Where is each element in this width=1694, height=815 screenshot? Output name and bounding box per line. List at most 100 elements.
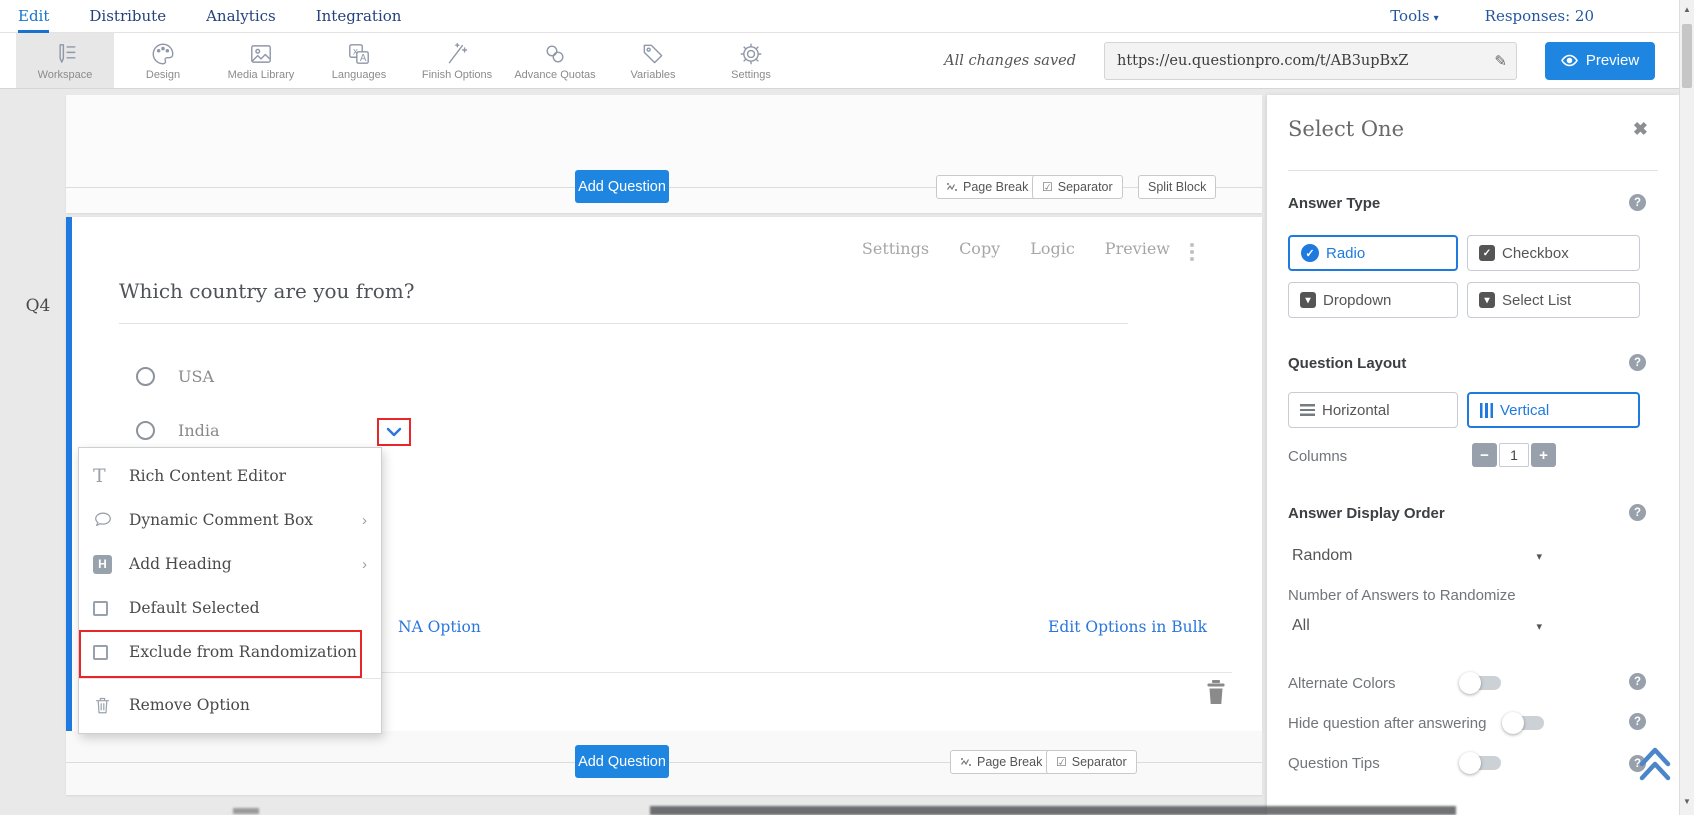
dropdown-square-icon: ▾: [1300, 292, 1316, 308]
question-tips-row: Question Tips: [1288, 752, 1501, 774]
responses-link[interactable]: Responses: 20: [1485, 7, 1594, 25]
answer-type-select-list[interactable]: ▾ Select List: [1467, 282, 1640, 318]
edit-options-in-bulk-link[interactable]: Edit Options in Bulk: [1048, 618, 1207, 636]
question-more-menu[interactable]: [1188, 241, 1196, 263]
checkbox-icon[interactable]: [93, 600, 108, 616]
add-question-button-top[interactable]: Add Question: [575, 170, 669, 203]
checkbox-icon[interactable]: [93, 644, 108, 660]
clipped-content-strip: [233, 808, 259, 814]
toolbar: Workspace Design Media Library xA Langua…: [0, 33, 1694, 89]
answer-type-radio[interactable]: ✓ Radio: [1288, 235, 1458, 271]
preview-button[interactable]: Preview: [1545, 41, 1655, 80]
hide-question-label: Hide question after answering: [1288, 714, 1487, 732]
alternate-colors-toggle[interactable]: [1459, 672, 1501, 694]
menu-item-dynamic-comment-box[interactable]: Dynamic Comment Box ›: [79, 498, 381, 542]
tab-workspace[interactable]: Workspace: [16, 33, 114, 88]
separator-button-top[interactable]: ☑ Separator: [1032, 175, 1123, 199]
survey-url-value: https://eu.questionpro.com/t/AB3upBxZ: [1117, 52, 1409, 69]
option-label-india[interactable]: India: [178, 421, 220, 440]
answer-type-dropdown[interactable]: ▾ Dropdown: [1288, 282, 1458, 318]
question-settings-link[interactable]: Settings: [862, 239, 929, 258]
nav-item-integration[interactable]: Integration: [316, 7, 402, 25]
tab-settings[interactable]: Settings: [702, 33, 800, 88]
layout-horizontal[interactable]: Horizontal: [1288, 392, 1458, 428]
comment-icon: [95, 512, 111, 527]
checkbox-check-icon: ☑: [1042, 180, 1053, 194]
answer-type-checkbox[interactable]: ✓ Checkbox: [1467, 235, 1640, 271]
page-scrollbar[interactable]: ▲ ▼: [1679, 0, 1694, 815]
tab-languages[interactable]: xA Languages: [310, 33, 408, 88]
help-icon[interactable]: ?: [1629, 504, 1646, 521]
tab-finish-options[interactable]: Finish Options: [408, 33, 506, 88]
top-navbar: Edit Distribute Analytics Integration To…: [0, 0, 1694, 33]
tab-label: Workspace: [37, 68, 93, 81]
tab-design[interactable]: Design: [114, 33, 212, 88]
gear-icon: [740, 43, 762, 64]
palette-icon: [152, 43, 174, 64]
chain-links-icon: [546, 44, 564, 63]
columns-label: Columns: [1288, 448, 1348, 465]
page-break-button-bottom[interactable]: Page Break: [950, 750, 1053, 774]
question-settings-panel: Select One ✖ Answer Type ? ✓ Radio ✓ Che…: [1267, 95, 1679, 815]
display-order-select[interactable]: Random ▾: [1292, 547, 1542, 565]
radio-option-india[interactable]: [136, 421, 155, 440]
layout-option-label: Vertical: [1500, 401, 1550, 419]
display-order-value: Random: [1292, 547, 1353, 564]
tools-dropdown[interactable]: Tools ▾: [1390, 7, 1438, 25]
nav-item-distribute[interactable]: Distribute: [89, 7, 166, 25]
scrollbar-up-arrow[interactable]: ▲: [1680, 5, 1694, 14]
columns-increment-button[interactable]: +: [1531, 443, 1556, 467]
randomize-count-select[interactable]: All ▾: [1292, 617, 1542, 635]
help-icon[interactable]: ?: [1629, 713, 1646, 730]
option-label-usa[interactable]: USA: [178, 367, 214, 386]
scrollbar-down-arrow[interactable]: ▼: [1680, 797, 1694, 806]
question-logic-link[interactable]: Logic: [1030, 239, 1075, 258]
svg-text:A: A: [360, 53, 367, 64]
question-title[interactable]: Which country are you from?: [119, 279, 414, 303]
question-preview-link[interactable]: Preview: [1105, 239, 1170, 258]
question-tips-toggle[interactable]: [1459, 752, 1501, 774]
question-copy-link[interactable]: Copy: [959, 239, 1000, 258]
toolbar-right: All changes saved https://eu.questionpro…: [944, 41, 1655, 80]
menu-item-remove-option[interactable]: Remove Option: [79, 683, 381, 727]
menu-item-label: Rich Content Editor: [129, 467, 287, 485]
menu-item-default-selected[interactable]: Default Selected: [79, 586, 381, 630]
help-icon[interactable]: ?: [1629, 194, 1646, 211]
split-block-button[interactable]: Split Block: [1138, 175, 1217, 199]
menu-item-add-heading[interactable]: H Add Heading ›: [79, 542, 381, 586]
nav-menu: Edit Distribute Analytics Integration: [18, 7, 402, 33]
tag-icon: [643, 44, 663, 63]
hide-question-toggle[interactable]: [1502, 712, 1545, 734]
separator-button-bottom[interactable]: ☑ Separator: [1046, 750, 1137, 774]
tab-variables[interactable]: Variables: [604, 33, 702, 88]
help-icon[interactable]: ?: [1629, 354, 1646, 371]
add-question-button-bottom[interactable]: Add Question: [575, 745, 669, 778]
scrollbar-thumb[interactable]: [1682, 24, 1692, 88]
option-menu-chevron-highlighted[interactable]: [377, 418, 411, 446]
page-break-button-top[interactable]: Page Break: [936, 175, 1039, 199]
menu-item-exclude-from-randomization[interactable]: Exclude from Randomization: [79, 630, 381, 674]
columns-decrement-button[interactable]: −: [1472, 443, 1497, 467]
scroll-to-top-icon[interactable]: [1636, 740, 1674, 784]
radio-option-usa[interactable]: [136, 367, 155, 386]
panel-title: Select One: [1288, 117, 1405, 141]
layout-vertical[interactable]: Vertical: [1467, 392, 1640, 428]
columns-value[interactable]: 1: [1499, 443, 1529, 467]
tab-media-library[interactable]: Media Library: [212, 33, 310, 88]
columns-stepper: − 1 +: [1472, 443, 1556, 467]
tab-advance-quotas[interactable]: Advance Quotas: [506, 33, 604, 88]
separator-label: Separator: [1057, 180, 1113, 194]
na-option-link[interactable]: NA Option: [398, 618, 481, 636]
nav-item-edit[interactable]: Edit: [18, 7, 50, 33]
survey-url-input[interactable]: https://eu.questionpro.com/t/AB3upBxZ ✎: [1104, 41, 1517, 80]
radio-check-icon: ✓: [1301, 244, 1319, 262]
menu-item-rich-content-editor[interactable]: T Rich Content Editor: [79, 454, 381, 498]
delete-question-trash-icon[interactable]: [1204, 679, 1228, 705]
nav-item-analytics[interactable]: Analytics: [206, 7, 276, 25]
edit-pencil-icon[interactable]: ✎: [1494, 52, 1507, 70]
close-icon[interactable]: ✖: [1633, 119, 1648, 140]
alternate-colors-label: Alternate Colors: [1288, 674, 1396, 692]
split-block-label: Split Block: [1148, 180, 1207, 194]
question-number: Q4: [25, 296, 51, 316]
help-icon[interactable]: ?: [1629, 673, 1646, 690]
